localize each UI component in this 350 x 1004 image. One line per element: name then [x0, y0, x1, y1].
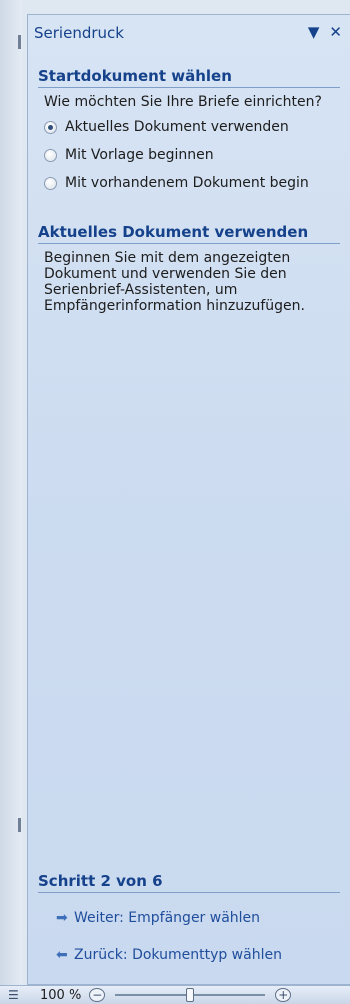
radio-label: Mit Vorlage beginnen: [65, 147, 214, 163]
section-heading-start-document: Startdokument wählen: [38, 67, 340, 88]
status-bar: ☰ 100 % − +: [0, 985, 350, 1004]
radio-button[interactable]: [44, 120, 57, 134]
document-edge: [0, 0, 22, 985]
radio-label: Mit vorhandenem Dokument begin: [65, 175, 309, 191]
setup-question: Wie möchten Sie Ihre Briefe einrichten?: [44, 94, 322, 110]
ruler-tick: [18, 818, 21, 832]
zoom-in-button[interactable]: +: [275, 988, 292, 1002]
section-description: Beginnen Sie mit dem angezeigten Dokumen…: [44, 250, 305, 314]
zoom-percentage[interactable]: 100 %: [40, 988, 81, 1003]
arrow-left-icon: ⬅: [56, 947, 68, 963]
ruler-tick: [18, 35, 21, 49]
radio-existing-document[interactable]: Mit vorhandenem Dokument begin: [44, 171, 350, 195]
previous-step-link[interactable]: ⬅ Zurück: Dokumenttyp wählen: [56, 947, 282, 963]
mail-merge-task-pane: Seriendruck ▼ ✕ Startdokument wählen Wie…: [27, 14, 350, 985]
arrow-right-icon: ➡: [56, 910, 68, 926]
zoom-slider-thumb[interactable]: [186, 988, 195, 1002]
zoom-slider[interactable]: [115, 988, 266, 1002]
previous-step-label: Zurück: Dokumenttyp wählen: [74, 947, 282, 963]
next-step-label: Weiter: Empfänger wählen: [74, 910, 261, 926]
pane-title: Seriendruck: [34, 24, 124, 42]
radio-current-document[interactable]: Aktuelles Dokument verwenden: [44, 115, 350, 139]
pane-titlebar: Seriendruck ▼ ✕: [28, 15, 350, 51]
step-indicator: Schritt 2 von 6: [38, 872, 340, 893]
dropdown-icon[interactable]: ▼: [308, 23, 320, 41]
section-heading-current-document: Aktuelles Dokument verwenden: [38, 223, 340, 244]
radio-button[interactable]: [44, 148, 57, 162]
next-step-link[interactable]: ➡ Weiter: Empfänger wählen: [56, 910, 260, 926]
zoom-out-button[interactable]: −: [89, 988, 106, 1002]
radio-label: Aktuelles Dokument verwenden: [65, 119, 289, 135]
radio-button[interactable]: [44, 176, 57, 190]
close-icon[interactable]: ✕: [329, 23, 342, 41]
layout-icon[interactable]: ☰: [8, 988, 24, 1002]
radio-template[interactable]: Mit Vorlage beginnen: [44, 143, 350, 167]
